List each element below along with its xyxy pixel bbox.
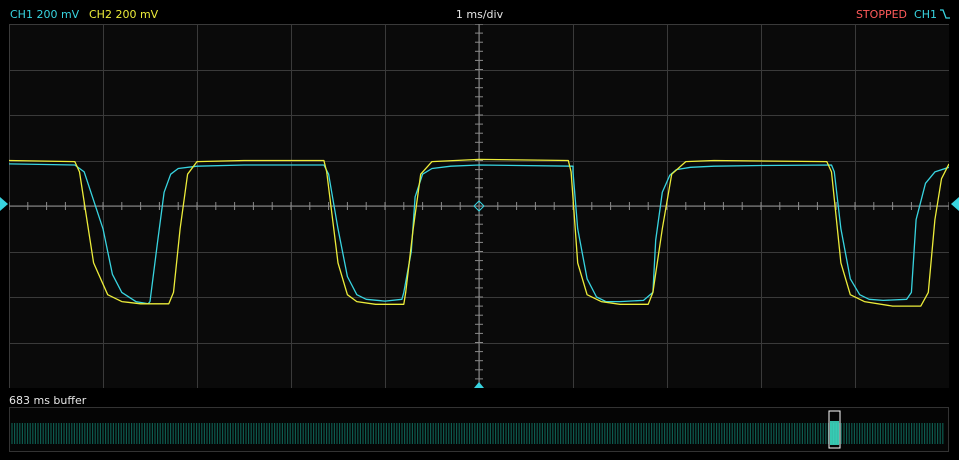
trigger-source-label[interactable]: CH1 (914, 8, 937, 21)
buffer-wave-lines (11, 423, 944, 444)
buffer-label: 683 ms buffer (9, 394, 87, 407)
ch1-ground-marker-right[interactable] (950, 197, 959, 211)
graticule-grid (9, 24, 949, 388)
rising-edge-icon[interactable] (940, 9, 950, 19)
waveform-display[interactable] (9, 24, 949, 388)
trigger-position-marker[interactable] (474, 382, 484, 388)
buffer-waveform (11, 421, 944, 445)
acquisition-status[interactable]: STOPPED (856, 8, 907, 21)
timebase-label[interactable]: 1 ms/div (0, 8, 959, 21)
status-bar: CH1 200 mV CH2 200 mV 1 ms/div STOPPED C… (0, 0, 959, 24)
buffer-overview[interactable] (9, 407, 949, 452)
buffer-highlight (830, 421, 839, 445)
ch1-ground-marker-left[interactable] (0, 197, 9, 211)
